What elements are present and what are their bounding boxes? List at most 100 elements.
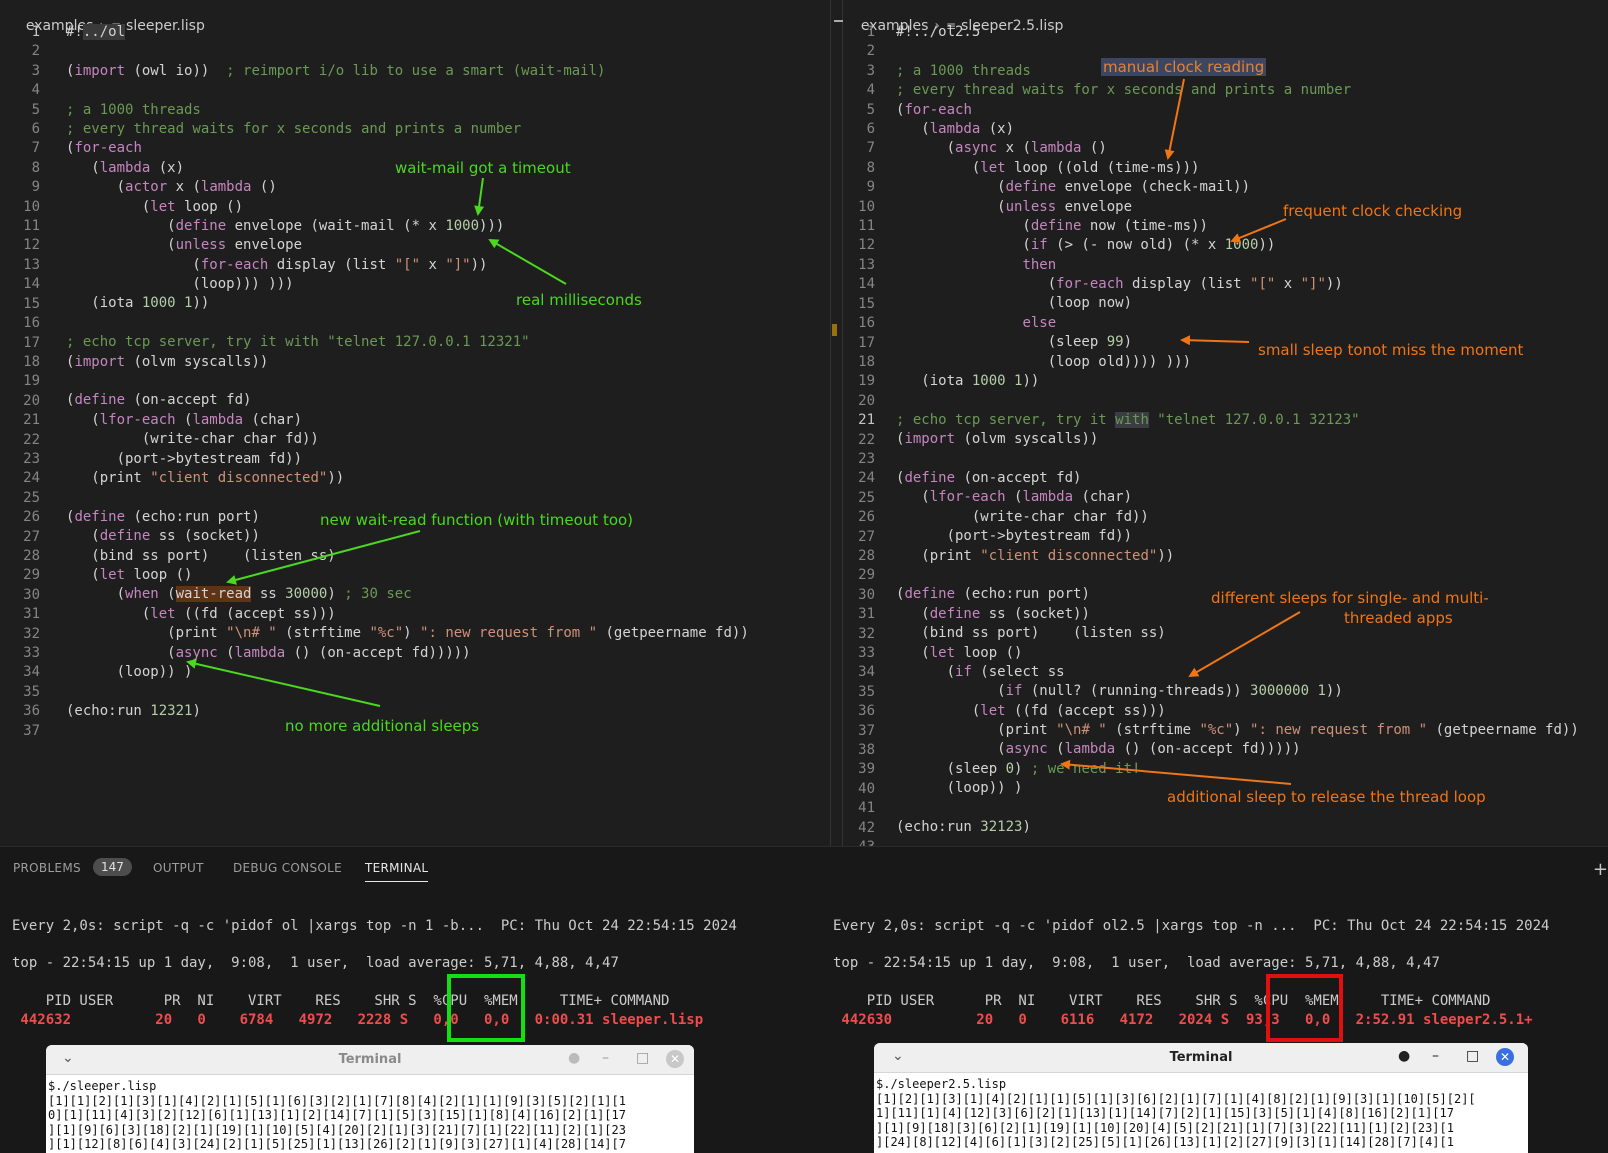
code-line[interactable]: else	[896, 314, 1579, 333]
code-line[interactable]: (echo:run 32123)	[896, 818, 1579, 837]
code-line[interactable]: (bind ss port) (listen ss)	[896, 624, 1579, 643]
annotation-diff-sleeps-1: different sleeps for single- and multi-	[1211, 589, 1489, 607]
code-line[interactable]: then	[896, 256, 1579, 275]
code-line[interactable]	[896, 566, 1579, 585]
code-line[interactable]: (loop))) )))	[66, 275, 749, 294]
code-line[interactable]: (print "\n# " (strftime "%c") ": new req…	[66, 624, 749, 643]
code-line[interactable]: (define (on-accept fd)	[896, 469, 1579, 488]
editor-divider[interactable]	[830, 0, 843, 846]
code-line[interactable]: (loop)) )	[66, 663, 749, 682]
left-terminal-header: PID USER PR NI VIRT RES SHR S %CPU %MEM …	[12, 993, 670, 1009]
code-line[interactable]	[66, 488, 749, 507]
code-line[interactable]: ; every thread waits for x seconds and p…	[896, 81, 1579, 100]
code-line[interactable]: (if (null? (running-threads)) 3000000 1)…	[896, 682, 1579, 701]
tab-output[interactable]: OUTPUT	[153, 861, 204, 875]
tab-terminal[interactable]: TERMINAL	[365, 861, 429, 882]
code-line[interactable]: (let loop ()	[896, 644, 1579, 663]
code-line[interactable]: (port->bytestream fd))	[66, 450, 749, 469]
code-line[interactable]: (import (owl io)) ; reimport i/o lib to …	[66, 62, 749, 81]
code-line[interactable]	[66, 42, 749, 61]
code-line[interactable]: ; every thread waits for x seconds and p…	[66, 120, 749, 139]
minimize-icon[interactable]: –	[1432, 1048, 1439, 1064]
code-line[interactable]: (let ((fd (accept ss)))	[66, 605, 749, 624]
right-editor[interactable]: examples › ≡ sleeper2.5.lisp 1 2 3 4 5 6 7 8 9 10 11 1…	[843, 0, 1608, 846]
code-line[interactable]: (let loop ((old (time-ms)))	[896, 159, 1579, 178]
code-line[interactable]: (if (> (- now old) (* x 1000))	[896, 236, 1579, 255]
code-line[interactable]: (for-each display (list "[" x "]"))	[66, 256, 749, 275]
code-line[interactable]: (bind ss port) (listen ss)	[66, 547, 749, 566]
code-line[interactable]	[66, 81, 749, 100]
code-line[interactable]: (loop now)	[896, 294, 1579, 313]
code-line[interactable]: (print "client disconnected"))	[66, 469, 749, 488]
code-line[interactable]: (async (lambda () (on-accept fd)))))	[896, 740, 1579, 759]
left-terminal-window[interactable]: ⌄ Terminal ● – □ ✕ $./sleeper.lisp [1][1…	[46, 1045, 694, 1153]
maximize-icon[interactable]: □	[1466, 1048, 1479, 1064]
code-line[interactable]: (when (wait-read ss 30000) ; 30 sec	[66, 585, 749, 604]
code-line[interactable]: (iota 1000 1))	[896, 372, 1579, 391]
right-terminal-window[interactable]: ⌄ Terminal ● – □ ✕ $./sleeper2.5.lisp [1…	[874, 1043, 1528, 1153]
code-line[interactable]: (actor x (lambda ()	[66, 178, 749, 197]
code-line[interactable]: (write-char char fd))	[66, 430, 749, 449]
code-line[interactable]: (lambda (x)	[896, 120, 1579, 139]
code-line[interactable]	[66, 314, 749, 333]
code-line[interactable]: (for-each	[896, 101, 1579, 120]
code-line[interactable]: (sleep 0) ; we need it!	[896, 760, 1579, 779]
code-line[interactable]: (define (on-accept fd)	[66, 391, 749, 410]
code-line[interactable]: (unless envelope	[66, 236, 749, 255]
code-line[interactable]: (lfor-each (lambda (char)	[66, 411, 749, 430]
code-line[interactable]: (async (lambda () (on-accept fd)))))	[66, 644, 749, 663]
code-line[interactable]: (let loop ()	[66, 566, 749, 585]
code-line[interactable]: (for-each display (list "[" x "]"))	[896, 275, 1579, 294]
code-line[interactable]: (define ss (socket))	[896, 605, 1579, 624]
code-line[interactable]: (define envelope (check-mail))	[896, 178, 1579, 197]
dot-icon[interactable]: ●	[1398, 1048, 1410, 1064]
code-line[interactable]	[66, 372, 749, 391]
right-breadcrumb[interactable]: examples › ≡ sleeper2.5.lisp	[843, 2, 1064, 34]
line-numbers: 1 2 3 4 5 6 7 8 9 10 11 12 13 14 15 16 17 18 19 20 21 22 23 24 2…	[858, 24, 875, 846]
tab-problems[interactable]: PROBLEMS	[13, 861, 81, 875]
code-line[interactable]: (let ((fd (accept ss)))	[896, 702, 1579, 721]
code-line[interactable]: #!../ol2.5	[896, 23, 1579, 42]
right-terminal-process-row: 442630 20 0 6116 4172 2024 S 93,3 0,0 2:…	[833, 1012, 1533, 1028]
code-line[interactable]: (async x (lambda ()	[896, 139, 1579, 158]
code-line[interactable]: (let loop ()	[66, 198, 749, 217]
code-line[interactable]: (if (select ss	[896, 663, 1579, 682]
new-terminal-plus-icon[interactable]: +	[1593, 859, 1608, 880]
code-line[interactable]: (define envelope (wait-mail (* x 1000)))	[66, 217, 749, 236]
right-terminal-top-line: top - 22:54:15 up 1 day, 9:08, 1 user, l…	[833, 955, 1440, 971]
window-titlebar[interactable]: ⌄ Terminal ● – □ ✕	[874, 1043, 1528, 1073]
code-line[interactable]: (iota 1000 1))	[66, 294, 749, 313]
code-line[interactable]: (define now (time-ms))	[896, 217, 1579, 236]
dot-icon[interactable]: ●	[568, 1050, 580, 1066]
code-line[interactable]: (print "client disconnected"))	[896, 547, 1579, 566]
code-line[interactable]: (define ss (socket))	[66, 527, 749, 546]
close-icon[interactable]: ✕	[1496, 1048, 1514, 1066]
code-line[interactable]	[896, 391, 1579, 410]
code-line[interactable]: ; a 1000 threads	[66, 101, 749, 120]
window-titlebar[interactable]: ⌄ Terminal ● – □ ✕	[46, 1045, 694, 1075]
code-line[interactable]: (import (olvm syscalls))	[896, 430, 1579, 449]
scrollbar-marker	[832, 324, 837, 336]
code-line[interactable]: (import (olvm syscalls))	[66, 353, 749, 372]
code-line[interactable]: ; echo tcp server, try it with "telnet 1…	[66, 333, 749, 352]
code-line[interactable]	[896, 837, 1579, 846]
code-line[interactable]: (for-each	[66, 139, 749, 158]
minimize-icon[interactable]: –	[602, 1050, 609, 1066]
code-line[interactable]: (print "\n# " (strftime "%c") ": new req…	[896, 721, 1579, 740]
left-breadcrumb[interactable]: examples›≡sleeper.lisp	[8, 2, 205, 34]
close-icon[interactable]: ✕	[666, 1050, 684, 1068]
code-area[interactable]: #!../ol (import (owl io)) ; reimport i/o…	[66, 23, 749, 740]
code-line[interactable]: #!../ol	[66, 23, 749, 42]
code-line[interactable]: (lfor-each (lambda (char)	[896, 488, 1579, 507]
maximize-icon[interactable]: □	[636, 1050, 649, 1066]
code-line[interactable]	[896, 450, 1579, 469]
terminal-output: $./sleeper.lisp [1][1][2][1][3][1][4][2]…	[48, 1079, 626, 1151]
code-line[interactable]	[66, 682, 749, 701]
code-area[interactable]: #!../ol2.5 ; a 1000 threads; every threa…	[896, 23, 1579, 846]
code-line[interactable]: (unless envelope	[896, 198, 1579, 217]
code-line[interactable]: ; echo tcp server, try it with "telnet 1…	[896, 411, 1579, 430]
tab-debug-console[interactable]: DEBUG CONSOLE	[233, 861, 342, 875]
code-line[interactable]: (write-char char fd))	[896, 508, 1579, 527]
annotation-frequent-clock: frequent clock checking	[1283, 202, 1463, 220]
code-line[interactable]: (port->bytestream fd))	[896, 527, 1579, 546]
